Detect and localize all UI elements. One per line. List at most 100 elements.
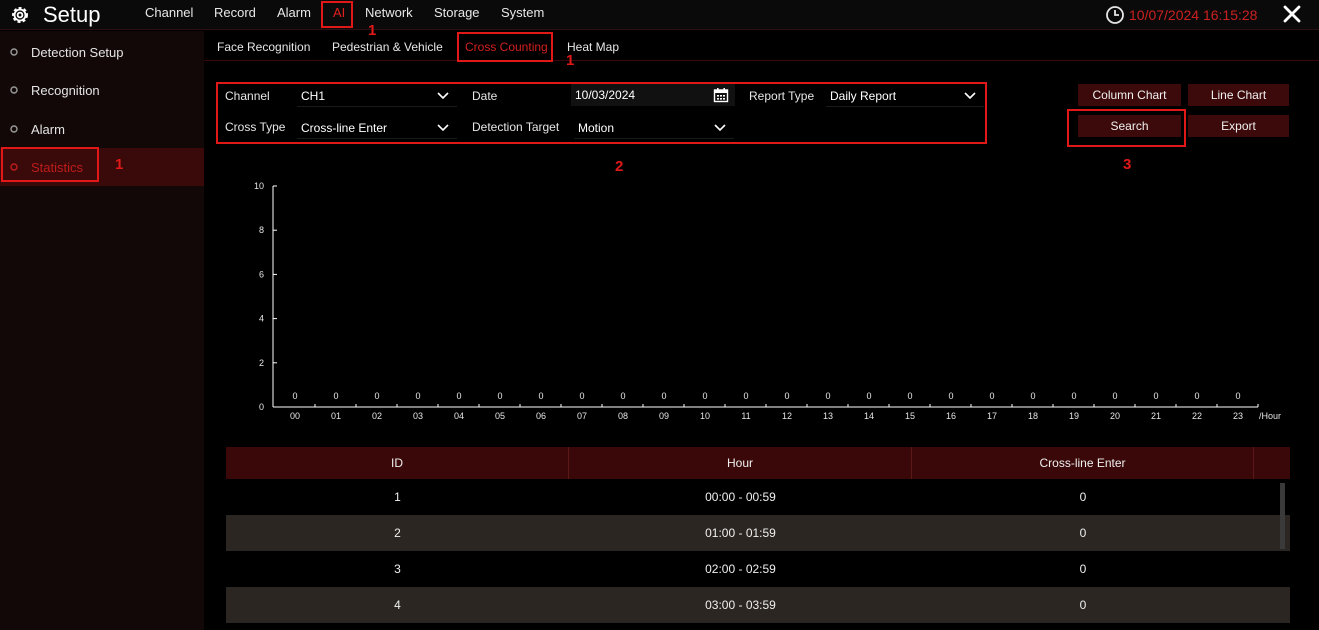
annotation-number: 1 (566, 52, 575, 69)
table-row[interactable]: 4 03:00 - 03:59 0 (226, 587, 1290, 623)
export-button[interactable]: Export (1188, 115, 1289, 137)
data-label: 0 (1194, 391, 1199, 401)
x-tick-label: 03 (413, 411, 423, 421)
column-header-spacer (1254, 447, 1290, 479)
highlight-form (216, 82, 987, 144)
cell-count: 0 (1079, 562, 1087, 576)
data-label: 0 (415, 391, 420, 401)
data-label: 0 (292, 391, 297, 401)
y-tick-label: 8 (259, 225, 264, 235)
table-scrollbar[interactable] (1280, 483, 1285, 549)
x-tick-label: 14 (864, 411, 874, 421)
line-chart-button[interactable]: Line Chart (1188, 84, 1289, 106)
data-label: 0 (702, 391, 707, 401)
clock: 10/07/2024 16:15:28 (1105, 5, 1257, 25)
y-tick-label: 6 (259, 269, 264, 279)
data-label: 0 (1071, 391, 1076, 401)
x-tick-label: 13 (823, 411, 833, 421)
table-row[interactable]: 3 02:00 - 02:59 0 (226, 551, 1290, 587)
cell-id: 3 (394, 562, 401, 576)
x-tick-label: 15 (905, 411, 915, 421)
tab-face-recognition[interactable]: Face Recognition (217, 40, 310, 54)
x-tick-label: 20 (1110, 411, 1120, 421)
data-label: 0 (333, 391, 338, 401)
data-label: 0 (1112, 391, 1117, 401)
highlight-search (1067, 109, 1186, 147)
cell-count: 0 (1079, 526, 1087, 540)
column-header-id: ID (226, 447, 569, 479)
menu-record[interactable]: Record (214, 5, 256, 20)
sidebar-item-label: Recognition (31, 82, 100, 98)
tab-pedestrian-vehicle[interactable]: Pedestrian & Vehicle (332, 40, 443, 54)
x-tick-label: 18 (1028, 411, 1038, 421)
column-chart-button[interactable]: Column Chart (1078, 84, 1181, 106)
x-tick-label: 09 (659, 411, 669, 421)
data-label: 0 (538, 391, 543, 401)
cell-count: 0 (1079, 598, 1087, 612)
table-row[interactable]: 2 01:00 - 01:59 0 (226, 515, 1290, 551)
cell-id: 1 (394, 490, 401, 504)
data-label: 0 (989, 391, 994, 401)
highlight-tab-cross-counting (457, 32, 553, 62)
table-header: ID Hour Cross-line Enter (226, 447, 1290, 479)
table-row[interactable]: 1 00:00 - 00:59 0 (226, 479, 1290, 515)
sidebar-item-label: Alarm (31, 121, 65, 137)
cell-hour: 02:00 - 02:59 (705, 562, 776, 576)
close-icon[interactable] (1282, 4, 1302, 24)
cell-hour: 01:00 - 01:59 (705, 526, 776, 540)
cell-id: 4 (394, 598, 401, 612)
menu-network[interactable]: Network (365, 5, 413, 20)
sidebar-item-detection-setup[interactable]: Detection Setup (0, 33, 204, 71)
cell-hour: 00:00 - 00:59 (705, 490, 776, 504)
tab-heat-map[interactable]: Heat Map (567, 40, 619, 54)
x-tick-label: 12 (782, 411, 792, 421)
gear-icon (12, 7, 28, 23)
data-label: 0 (866, 391, 871, 401)
x-tick-label: 19 (1069, 411, 1079, 421)
bullet-icon (10, 48, 18, 56)
menu-channel[interactable]: Channel (145, 5, 193, 20)
x-tick-label: 06 (536, 411, 546, 421)
y-tick-label: 10 (254, 181, 264, 191)
highlight-sidebar-statistics (1, 147, 99, 182)
column-chart: 0246810000010020030040050060070080090100… (254, 181, 1281, 421)
data-label: 0 (620, 391, 625, 401)
sidebar-item-recognition[interactable]: Recognition (0, 71, 204, 109)
data-label: 0 (1235, 391, 1240, 401)
x-tick-label: 22 (1192, 411, 1202, 421)
column-header-hour: Hour (569, 447, 912, 479)
cell-id: 2 (394, 526, 401, 540)
column-header-cross-line-enter: Cross-line Enter (912, 447, 1254, 479)
sidebar: Detection Setup Recognition Alarm Statis… (0, 31, 204, 630)
statistics-table: ID Hour Cross-line Enter 1 00:00 - 00:59… (226, 447, 1290, 623)
x-tick-label: 17 (987, 411, 997, 421)
menu-alarm[interactable]: Alarm (277, 5, 311, 20)
menu-system[interactable]: System (501, 5, 544, 20)
annotation-number: 1 (368, 22, 377, 39)
clock-icon (1106, 6, 1124, 24)
x-tick-label: 02 (372, 411, 382, 421)
data-label: 0 (907, 391, 912, 401)
data-label: 0 (579, 391, 584, 401)
top-bar: Setup Channel Record Alarm AI Network St… (0, 0, 1319, 30)
y-tick-label: 4 (259, 314, 264, 324)
x-tick-label: 04 (454, 411, 464, 421)
x-tick-label: 16 (946, 411, 956, 421)
data-label: 0 (825, 391, 830, 401)
bullet-icon (10, 86, 18, 94)
data-label: 0 (661, 391, 666, 401)
menu-storage[interactable]: Storage (434, 5, 480, 20)
data-label: 0 (456, 391, 461, 401)
data-label: 0 (374, 391, 379, 401)
highlight-menu-ai (321, 1, 353, 28)
x-tick-label: 21 (1151, 411, 1161, 421)
data-label: 0 (1153, 391, 1158, 401)
annotation-number: 1 (115, 156, 124, 173)
x-tick-label: 10 (700, 411, 710, 421)
x-unit-label: /Hour (1259, 411, 1281, 421)
y-tick-label: 0 (259, 402, 264, 412)
app-title-text: Setup (43, 2, 101, 27)
x-tick-label: 08 (618, 411, 628, 421)
sidebar-item-alarm[interactable]: Alarm (0, 110, 204, 148)
data-label: 0 (1030, 391, 1035, 401)
